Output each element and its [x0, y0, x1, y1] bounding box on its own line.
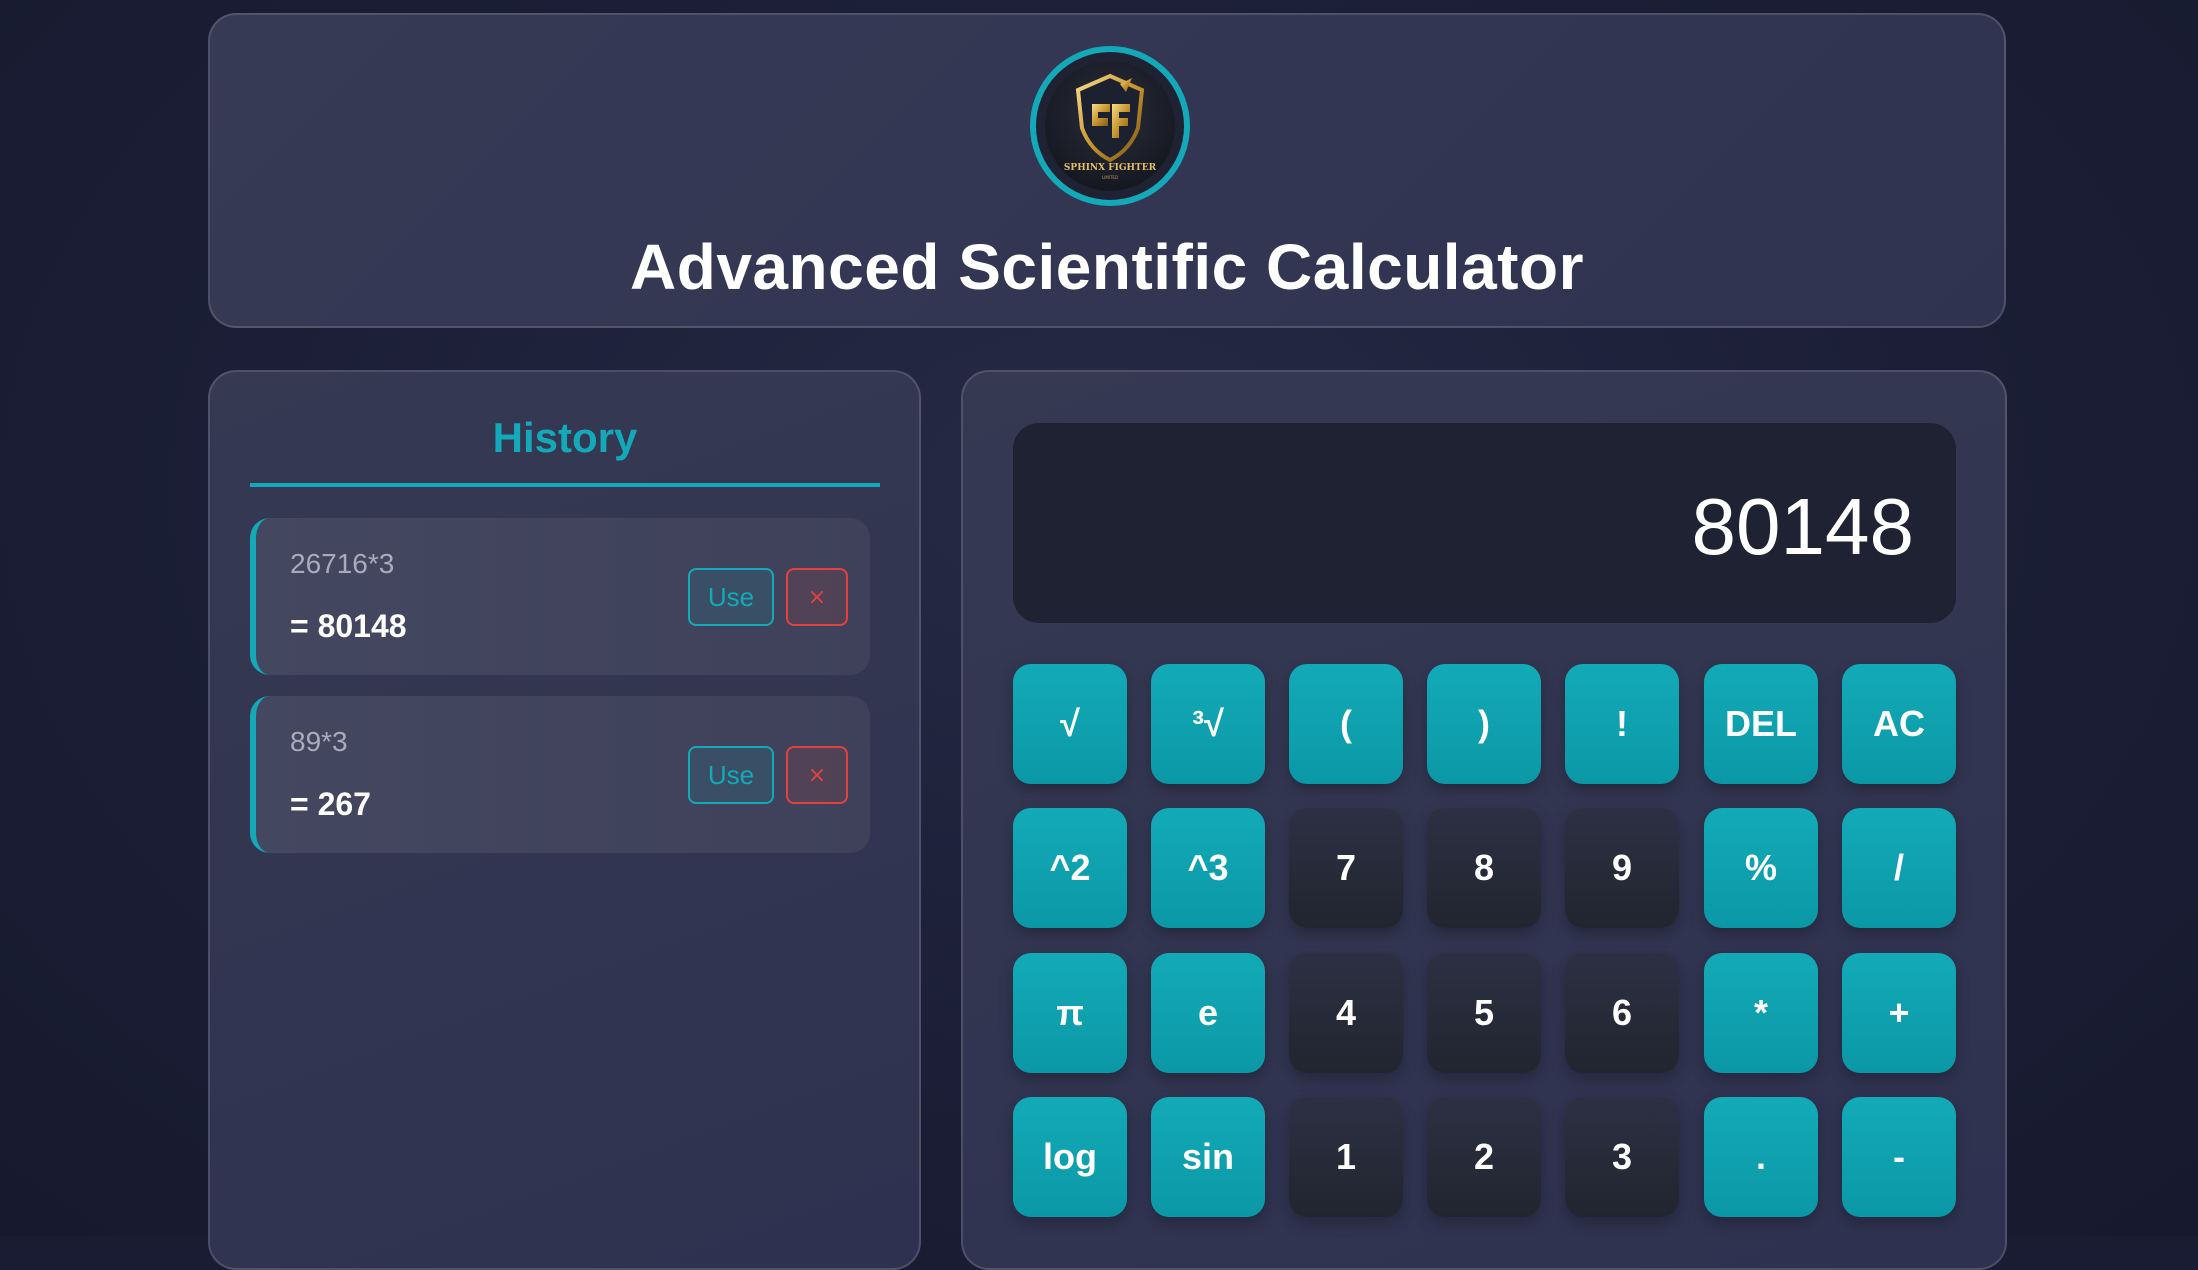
factorial-key[interactable]: !	[1565, 664, 1679, 784]
history-expression: 89*3	[290, 726, 348, 757]
sphinx-fighter-logo-icon: SPHINX FIGHTER LIMITED	[1045, 61, 1175, 191]
header-card: SPHINX FIGHTER LIMITED Advanced Scientif…	[208, 13, 2006, 328]
subtract-key[interactable]: -	[1842, 1097, 1956, 1217]
sin-key[interactable]: sin	[1151, 1097, 1265, 1217]
close-paren-key[interactable]: )	[1427, 664, 1541, 784]
digit-1-key[interactable]: 1	[1289, 1097, 1403, 1217]
digit-9-key[interactable]: 9	[1565, 808, 1679, 928]
digit-4-key[interactable]: 4	[1289, 953, 1403, 1073]
calculator-display: 80148	[1013, 423, 1956, 623]
digit-3-key[interactable]: 3	[1565, 1097, 1679, 1217]
history-item: 89*3 = 267 Use ×	[250, 696, 870, 853]
sqrt-key[interactable]: √	[1013, 664, 1127, 784]
history-item: 26716*3 = 80148 Use ×	[250, 518, 870, 675]
digit-2-key[interactable]: 2	[1427, 1097, 1541, 1217]
decimal-key[interactable]: .	[1704, 1097, 1818, 1217]
square-key[interactable]: ^2	[1013, 808, 1127, 928]
delete-history-button[interactable]: ×	[786, 568, 848, 626]
history-panel: History 26716*3 = 80148 Use × 89*3 = 267…	[208, 370, 921, 1270]
use-history-button[interactable]: Use	[688, 568, 774, 626]
percent-key[interactable]: %	[1704, 808, 1818, 928]
euler-key[interactable]: e	[1151, 953, 1265, 1073]
open-paren-key[interactable]: (	[1289, 664, 1403, 784]
page-title: Advanced Scientific Calculator	[630, 231, 1584, 303]
history-result: = 267	[290, 786, 371, 822]
multiply-key[interactable]: *	[1704, 953, 1818, 1073]
history-title: History	[492, 414, 638, 461]
shield-logo-icon: SPHINX FIGHTER LIMITED	[1064, 73, 1157, 180]
digit-8-key[interactable]: 8	[1427, 808, 1541, 928]
history-result: = 80148	[290, 608, 407, 644]
digit-5-key[interactable]: 5	[1427, 953, 1541, 1073]
delete-history-button[interactable]: ×	[786, 746, 848, 804]
display-value: 80148	[1691, 482, 1914, 571]
log-key[interactable]: log	[1013, 1097, 1127, 1217]
digit-7-key[interactable]: 7	[1289, 808, 1403, 928]
cube-root-key[interactable]: ³√	[1151, 664, 1265, 784]
cube-key[interactable]: ^3	[1151, 808, 1265, 928]
calculator-panel: 80148 √ ³√ ( ) ! DEL AC ^2 ^3 7 8 9 % / …	[961, 370, 2007, 1270]
svg-text:SPHINX FIGHTER: SPHINX FIGHTER	[1064, 163, 1157, 173]
use-history-button[interactable]: Use	[688, 746, 774, 804]
digit-6-key[interactable]: 6	[1565, 953, 1679, 1073]
all-clear-key[interactable]: AC	[1842, 664, 1956, 784]
add-key[interactable]: +	[1842, 953, 1956, 1073]
divide-key[interactable]: /	[1842, 808, 1956, 928]
delete-key[interactable]: DEL	[1704, 664, 1818, 784]
pi-key[interactable]: π	[1013, 953, 1127, 1073]
logo: SPHINX FIGHTER LIMITED	[1030, 46, 1190, 206]
history-divider	[250, 483, 880, 487]
history-expression: 26716*3	[290, 548, 395, 579]
svg-text:LIMITED: LIMITED	[1102, 175, 1118, 180]
